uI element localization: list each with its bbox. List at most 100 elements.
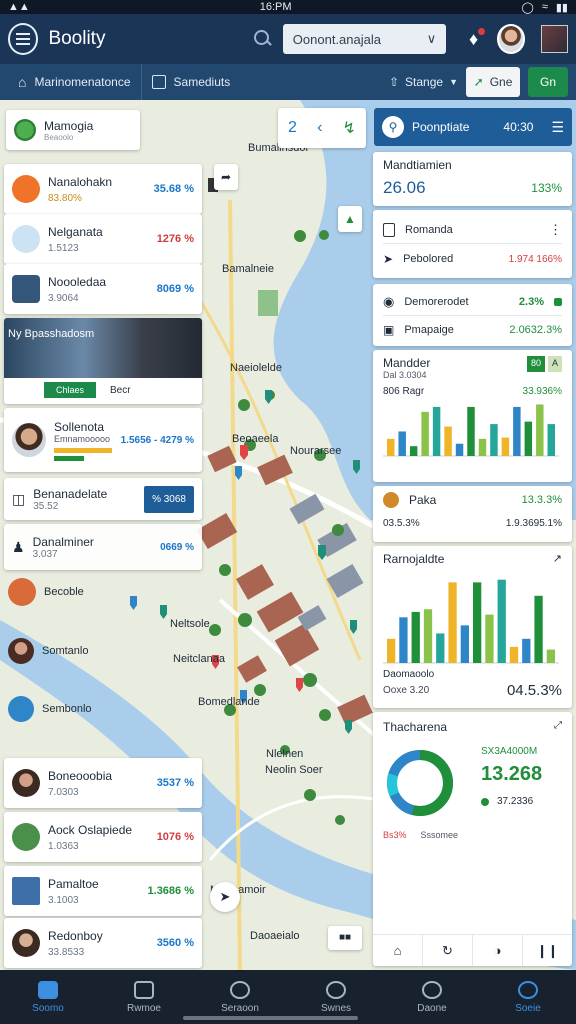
legend-text: Ragr bbox=[402, 386, 425, 397]
chart-bar bbox=[387, 638, 396, 663]
video-thumbnail[interactable]: Ny Bpasshadosm bbox=[4, 318, 202, 378]
layers-icon[interactable]: ▲ bbox=[338, 206, 362, 232]
metric-row[interactable]: ▣ Pmapaige 2.0632.3% bbox=[383, 316, 562, 344]
refresh-icon[interactable]: ↻ bbox=[423, 935, 473, 966]
fullscreen-icon[interactable]: ⤢ bbox=[554, 720, 562, 734]
clock-icon bbox=[422, 980, 442, 999]
menu-row[interactable]: Romanda ⋮ bbox=[383, 216, 562, 244]
list-item[interactable]: Noooledaa 3.9064 8069 % bbox=[4, 264, 202, 314]
nav-search[interactable]: Swnes bbox=[301, 980, 371, 1014]
stage-dropdown[interactable]: ⇧ Stange ▼ bbox=[389, 75, 458, 89]
nav-camera[interactable]: Seraoon bbox=[205, 980, 275, 1014]
chevron-left-icon[interactable]: ‹ bbox=[317, 119, 322, 137]
list-card[interactable]: ♟ Danalminer 3.037 0669 % bbox=[4, 524, 202, 570]
nav-home[interactable]: Soomo bbox=[13, 980, 83, 1014]
list-item-value: 8069 % bbox=[156, 283, 194, 295]
list-item-title: Nelganata bbox=[48, 224, 103, 239]
list-item[interactable]: Redonboy 33.8533 3560 % bbox=[4, 918, 202, 968]
user-avatar[interactable] bbox=[496, 24, 526, 54]
list-item-title: Redonboy bbox=[48, 928, 103, 943]
chart-badge[interactable]: A bbox=[547, 356, 562, 372]
chart-bar bbox=[513, 406, 521, 456]
map-poi[interactable]: Becoble bbox=[8, 578, 84, 606]
directions-icon[interactable]: ➦ bbox=[214, 164, 238, 190]
chart-badge[interactable]: 80 bbox=[526, 356, 545, 372]
toolbar-home-label: Marinomenatonce bbox=[34, 75, 131, 89]
nav-people[interactable]: Soeie bbox=[493, 980, 563, 1014]
donut-title: Thacharena bbox=[383, 720, 448, 734]
list-item[interactable]: Nelganata 1.5123 1276 % bbox=[4, 214, 202, 264]
more-icon[interactable]: ⋮ bbox=[549, 222, 562, 238]
chart-footer-value: 04.5.3% bbox=[506, 682, 562, 699]
chart-bar bbox=[448, 582, 457, 663]
search-pin-icon[interactable]: ⚲ bbox=[382, 116, 404, 138]
list-card-badge[interactable]: % 3068 bbox=[144, 485, 194, 513]
menu-icon[interactable] bbox=[8, 23, 39, 55]
list-item-value: 1.3686 % bbox=[147, 885, 194, 897]
profile-name: Sollenota bbox=[54, 419, 105, 434]
list-card[interactable]: ◫ Benanadelate 35.52 % 3068 bbox=[4, 478, 202, 520]
chart-bar bbox=[432, 406, 441, 456]
app-title: Boolity bbox=[48, 28, 106, 49]
pakta-card[interactable]: Paka 13.3.3% 03.5.3% 1.9.3695.1% bbox=[373, 486, 572, 542]
search-icon[interactable] bbox=[252, 28, 273, 50]
list-item-value: 35.68 % bbox=[153, 183, 194, 195]
notification-icon[interactable]: ♦ bbox=[462, 27, 485, 51]
menu-row[interactable]: ➤ Pebolored 1.974 166% bbox=[383, 244, 562, 274]
layer-card[interactable]: Mamogia Beaoolo bbox=[6, 110, 140, 150]
poi-label: Becoble bbox=[44, 586, 84, 598]
card-icon: ◫ bbox=[12, 490, 26, 507]
view-dropdown[interactable]: Oonont.anajala ∨ bbox=[282, 24, 447, 54]
toolbar-settings[interactable]: Samediuts bbox=[142, 64, 241, 100]
list-item[interactable]: Pamaltoe 3.1003 1.3686 % bbox=[4, 866, 202, 916]
list-item-value: 3537 % bbox=[156, 777, 194, 789]
chart-icon[interactable]: ❙❙ bbox=[523, 935, 572, 966]
nav-label: Rwmoe bbox=[127, 1002, 161, 1014]
chart-bar bbox=[411, 611, 420, 663]
battery-icon: ▮▮ bbox=[555, 1, 568, 14]
donut-card[interactable]: Thacharena ⤢ SX3A4000M 13.268 37.2336 Bs… bbox=[373, 712, 572, 966]
profile-card[interactable]: Sollenota Emnamooooo 1.5656 - 4279 % bbox=[4, 408, 202, 472]
metric-row[interactable]: ◉ Demorerodet 2.3% bbox=[383, 288, 562, 316]
stats-card[interactable]: Mandtiamien 26.06 133% bbox=[373, 152, 572, 206]
nav-list[interactable]: Rwmoe bbox=[109, 980, 179, 1014]
list-item[interactable]: Boneooobia 7.0303 3537 % bbox=[4, 758, 202, 808]
media-thumbnail[interactable] bbox=[541, 25, 569, 53]
map-label: Neltsole bbox=[170, 618, 210, 630]
list-item[interactable]: Nanalohakn 83.80% 35.68 % bbox=[4, 164, 202, 214]
chart-bar bbox=[399, 617, 408, 663]
metric-value: 2.0632.3% bbox=[509, 324, 562, 336]
stats-value: 26.06 bbox=[383, 178, 426, 197]
expand-icon[interactable]: ↗ bbox=[553, 552, 562, 566]
media-primary-button[interactable]: Chlaes bbox=[44, 382, 97, 398]
collapse-icon[interactable]: ↯ bbox=[343, 118, 356, 138]
hand-icon bbox=[12, 225, 40, 253]
nav-clock[interactable]: Daone bbox=[397, 980, 467, 1014]
media-link[interactable]: Becr bbox=[110, 385, 131, 396]
shield-icon[interactable]: ◑ bbox=[473, 935, 523, 966]
toolbar-btn-1[interactable]: ➚ Gne bbox=[466, 67, 520, 97]
chart-title: Mandder bbox=[383, 356, 431, 370]
chart-bar bbox=[473, 582, 482, 663]
zoom-level[interactable]: 2 bbox=[288, 119, 297, 137]
bar-chart-card-2[interactable]: Rarnojaldte ↗ Daomaoolo Ooxe 3.20 04.5.3… bbox=[373, 546, 572, 708]
chart-bar bbox=[490, 424, 498, 456]
profile-value: 1.5656 - 4279 % bbox=[120, 434, 194, 446]
chart-bar bbox=[478, 438, 487, 456]
card-toolbar: ⌂ ↻ ◑ ❙❙ bbox=[373, 934, 572, 966]
toolbar-settings-label: Samediuts bbox=[173, 75, 231, 89]
toolbar-home[interactable]: ⌂ Marinomenatonce bbox=[8, 64, 142, 100]
poi-icon bbox=[8, 578, 36, 606]
pakta-title: Paka bbox=[409, 493, 437, 507]
hamburger-icon[interactable]: ☰ bbox=[551, 119, 564, 136]
map-poi[interactable]: Somtanlo bbox=[8, 638, 88, 664]
layer-title: Mamogia bbox=[44, 118, 94, 133]
bar-chart-card[interactable]: Mandder Dal 3.0304 80 A 806 Ragr 33.936% bbox=[373, 350, 572, 482]
home-icon[interactable]: ⌂ bbox=[373, 935, 423, 966]
locate-icon[interactable]: ➤ bbox=[210, 882, 240, 912]
media-card[interactable]: Ny Bpasshadosm Chlaes Becr bbox=[4, 318, 202, 404]
map-poi[interactable]: Sembonlo bbox=[8, 696, 92, 722]
stats-title: Mandtiamien bbox=[383, 158, 452, 172]
list-item[interactable]: Aock Oslapiede 1.0363 1076 % bbox=[4, 812, 202, 862]
toolbar-btn-2[interactable]: Gn bbox=[528, 67, 568, 97]
